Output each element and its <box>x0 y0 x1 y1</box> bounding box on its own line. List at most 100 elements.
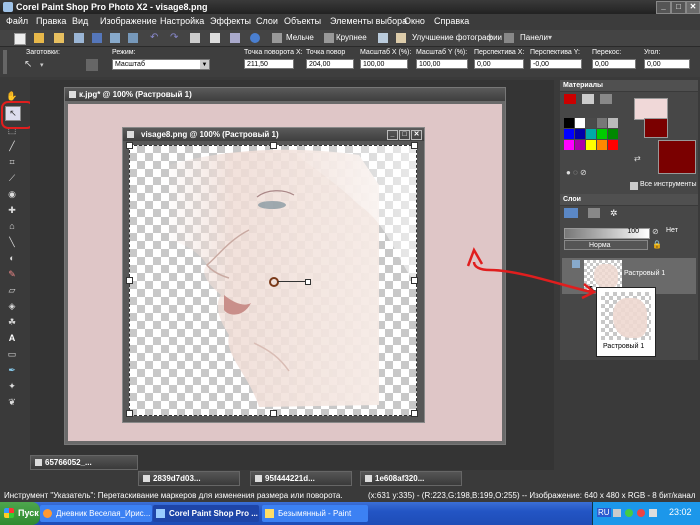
taskbar-item-paint[interactable]: Безымянный - Paint <box>262 505 368 522</box>
crop-tool-icon[interactable]: ⌗ <box>5 156 19 169</box>
pointer-preset-icon[interactable]: ↖ <box>24 59 38 73</box>
menu-layers[interactable]: Слои <box>256 16 278 26</box>
background-color[interactable] <box>644 118 668 138</box>
close-button[interactable]: ✕ <box>686 1 700 14</box>
resize-handle[interactable] <box>411 277 418 284</box>
menu-view[interactable]: Вид <box>72 16 88 26</box>
doc-minimize-button[interactable]: _ <box>387 130 398 140</box>
lock-icon[interactable]: 🔒 <box>652 240 664 250</box>
picture-tube-icon[interactable]: ☘ <box>5 316 19 329</box>
photo-icon[interactable] <box>378 33 388 43</box>
straighten-tool-icon[interactable]: ⟋ <box>5 172 19 185</box>
resize-handle[interactable] <box>126 142 133 149</box>
brush-tool-icon[interactable]: ✎ <box>5 268 19 281</box>
resize-handle[interactable] <box>270 142 277 149</box>
dropper-tool-icon[interactable]: ╱ <box>5 140 19 153</box>
rainbow-tab-icon[interactable] <box>582 94 594 104</box>
menu-adjust[interactable]: Настройка <box>160 16 204 26</box>
delete-layer-icon[interactable]: ✲ <box>610 208 622 218</box>
pen-tool-icon[interactable]: ✒ <box>5 364 19 377</box>
copy-icon[interactable] <box>190 33 200 43</box>
perspective-x-field[interactable]: 0,00 <box>474 59 524 69</box>
minimized-document[interactable]: 95f444221d... <box>250 471 352 486</box>
warp-brush-icon[interactable]: ✦ <box>5 380 19 393</box>
eraser-tool-icon[interactable]: ▱ <box>5 284 19 297</box>
angle-field[interactable]: 0,00 <box>644 59 690 69</box>
material-options-icons[interactable]: ● ◌ ⊘ <box>566 168 622 178</box>
tray-icon[interactable] <box>625 509 633 517</box>
flood-fill-icon[interactable]: ◈ <box>5 300 19 313</box>
resize-handle[interactable] <box>126 410 133 417</box>
minimized-document[interactable]: 1e608af320... <box>360 471 462 486</box>
menu-file[interactable]: Файл <box>6 16 28 26</box>
volume-icon[interactable] <box>649 509 657 517</box>
new-layer-icon[interactable] <box>564 208 578 218</box>
skew-field[interactable]: 0,00 <box>592 59 636 69</box>
text-tool-icon[interactable]: A <box>5 332 19 345</box>
makeover-tool-icon[interactable]: ✚ <box>5 204 19 217</box>
tray-icon[interactable] <box>637 509 645 517</box>
panels-menu[interactable]: Панели <box>520 33 548 42</box>
rotation-handle[interactable] <box>305 279 311 285</box>
language-indicator[interactable]: RU <box>597 508 611 517</box>
open-folder-icon[interactable] <box>34 33 44 43</box>
email-icon[interactable] <box>128 33 138 43</box>
new-file-icon[interactable] <box>14 33 26 45</box>
scale-y-field[interactable]: 100,00 <box>416 59 468 69</box>
link-icon[interactable]: ⊘ <box>652 227 664 237</box>
swap-colors-icon[interactable]: ⇄ <box>634 154 642 163</box>
doc-close-button[interactable]: ✕ <box>411 130 422 140</box>
menu-window[interactable]: Окно <box>404 16 425 26</box>
minimized-document[interactable]: 65766052_... <box>30 455 138 470</box>
red-eye-tool-icon[interactable]: ◉ <box>5 188 19 201</box>
doc-maximize-button[interactable]: □ <box>399 130 410 140</box>
resize-handle[interactable] <box>270 410 277 417</box>
rotation-y-field[interactable]: 204,00 <box>306 59 354 69</box>
foreground-color[interactable] <box>634 98 668 120</box>
scratch-remover-icon[interactable]: ╲ <box>5 236 19 249</box>
minimized-document[interactable]: 2839d7d03... <box>138 471 240 486</box>
info-icon[interactable] <box>250 33 260 43</box>
enhance-icon[interactable] <box>396 33 406 43</box>
menu-selections[interactable]: Элементы выбора <box>330 16 407 26</box>
scan-icon[interactable] <box>74 33 84 43</box>
minimize-button[interactable]: _ <box>656 1 671 14</box>
clone-tool-icon[interactable]: ⌂ <box>5 220 19 233</box>
opacity-slider[interactable]: 100 <box>564 228 650 239</box>
mode-select[interactable]: Масштаб ▼ <box>112 59 210 70</box>
canvas-front[interactable] <box>126 142 418 417</box>
menu-objects[interactable]: Объекты <box>284 16 321 26</box>
rotation-pivot[interactable] <box>269 277 279 287</box>
tray-icon[interactable] <box>613 509 621 517</box>
mask-icon[interactable] <box>588 208 600 218</box>
print-icon[interactable] <box>110 33 120 43</box>
scale-x-field[interactable]: 100,00 <box>360 59 408 69</box>
menu-edit[interactable]: Правка <box>36 16 66 26</box>
resize-handle[interactable] <box>126 277 133 284</box>
taskbar-item-psp[interactable]: Corel Paint Shop Pro ... <box>153 505 259 522</box>
perspective-y-field[interactable]: -0,00 <box>530 59 582 69</box>
background-material[interactable] <box>658 140 696 174</box>
save-icon[interactable] <box>92 33 102 43</box>
paste-icon[interactable] <box>210 33 220 43</box>
panels-icon[interactable] <box>504 33 514 43</box>
zoom-out-icon[interactable] <box>272 33 282 43</box>
menu-image[interactable]: Изображение <box>100 16 157 26</box>
all-tools-checkbox[interactable] <box>630 182 638 190</box>
resize-icon[interactable] <box>230 33 240 43</box>
browse-icon[interactable] <box>54 33 64 43</box>
lighten-tool-icon[interactable]: ◐ <box>5 252 19 265</box>
zoom-in-label[interactable]: Крупнее <box>336 33 367 42</box>
zoom-out-label[interactable]: Мельче <box>286 33 314 42</box>
start-button[interactable]: Пуск <box>0 502 40 525</box>
rotation-x-field[interactable]: 211,50 <box>244 59 294 69</box>
taskbar-item-diary[interactable]: Дневник Веселая_Ирис... <box>40 505 152 522</box>
reset-icon[interactable] <box>86 59 98 71</box>
color-swatches[interactable] <box>564 118 624 162</box>
menu-help[interactable]: Справка <box>434 16 469 26</box>
preset-shape-icon[interactable]: ▭ <box>5 348 19 361</box>
resize-handle[interactable] <box>411 142 418 149</box>
zoom-in-icon[interactable] <box>324 33 334 43</box>
redo-icon[interactable]: ↷ <box>170 33 180 43</box>
swatches-tab-icon[interactable] <box>600 94 612 104</box>
